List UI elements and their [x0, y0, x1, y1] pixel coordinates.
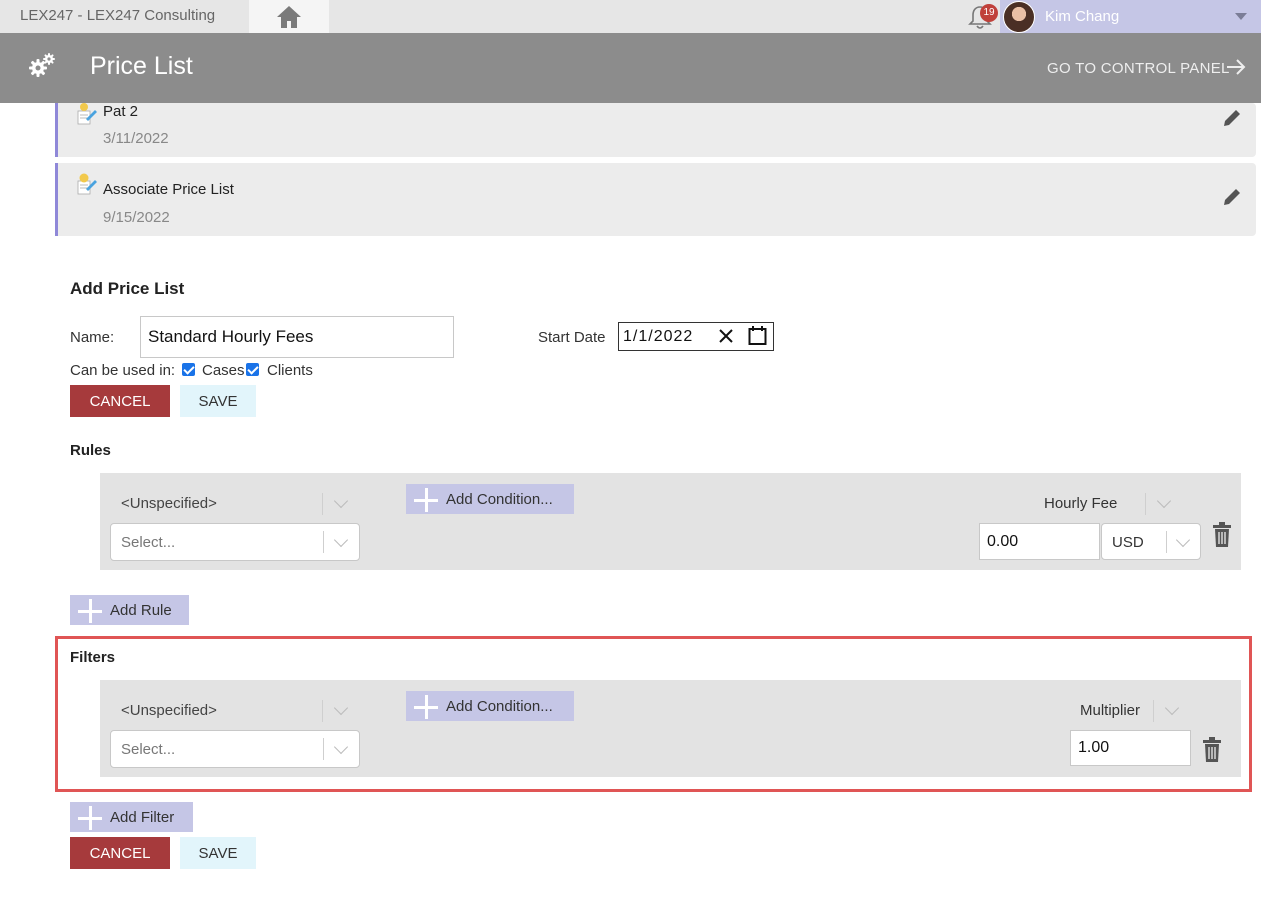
page-header: Price List GO TO CONTROL PANEL — [0, 33, 1261, 103]
user-menu[interactable]: Kim Chang — [1000, 0, 1261, 33]
currency-value: USD — [1112, 534, 1144, 551]
top-bar: LEX247 - LEX247 Consulting 19 Kim Chang — [0, 0, 1261, 33]
plus-icon — [78, 806, 102, 830]
chevron-down-icon[interactable] — [1156, 493, 1172, 509]
user-name: Kim Chang — [1045, 8, 1120, 25]
home-icon — [277, 5, 301, 28]
value-type-label: Multiplier — [1080, 702, 1141, 719]
select-placeholder: Select... — [121, 741, 176, 758]
page-title: Price List — [90, 52, 193, 80]
price-list-name: Pat 2 — [103, 103, 139, 120]
name-label: Name: — [70, 329, 115, 346]
caret-down-icon — [1235, 13, 1247, 20]
rule-condition-select[interactable]: Select... — [110, 523, 360, 561]
price-list-item[interactable]: Associate Price List 9/15/2022 — [55, 163, 1256, 236]
company-brand: LEX247 - LEX247 Consulting — [20, 7, 216, 24]
chevron-down-icon[interactable] — [333, 700, 349, 716]
avatar — [1003, 1, 1035, 33]
home-button[interactable] — [249, 0, 329, 33]
select-placeholder: Select... — [121, 534, 176, 551]
arrow-right-icon[interactable] — [1225, 56, 1247, 78]
plus-icon — [78, 599, 102, 623]
cancel-button[interactable]: CANCEL — [70, 837, 170, 869]
clients-label: Clients — [267, 362, 313, 379]
plus-icon — [414, 488, 438, 512]
fee-value-input[interactable]: 0.00 — [979, 523, 1100, 560]
cases-checkbox[interactable] — [182, 363, 195, 376]
chevron-down-icon[interactable] — [333, 493, 349, 509]
cases-label: Cases — [202, 362, 245, 379]
price-list-name: Associate Price List — [103, 181, 234, 198]
add-filter-button[interactable]: Add Filter — [70, 802, 193, 832]
name-input[interactable]: Standard Hourly Fees — [140, 316, 454, 358]
calendar-icon[interactable] — [748, 326, 767, 346]
gears-icon — [29, 53, 55, 77]
save-button[interactable]: SAVE — [180, 385, 256, 417]
clear-date-icon[interactable] — [718, 328, 734, 344]
chevron-down-icon — [333, 532, 349, 548]
price-list-date: 9/15/2022 — [103, 209, 170, 226]
clients-checkbox[interactable] — [246, 363, 259, 376]
price-list-item[interactable]: Pat 2 3/11/2022 — [55, 103, 1256, 157]
start-date-value: 1/1/2022 — [623, 327, 694, 345]
cancel-button[interactable]: CANCEL — [70, 385, 170, 417]
multiplier-input[interactable]: 1.00 — [1070, 730, 1191, 766]
plus-icon — [414, 695, 438, 719]
chevron-down-icon — [1175, 532, 1191, 548]
trash-icon[interactable] — [1201, 737, 1223, 763]
rule-field-label: <Unspecified> — [121, 495, 217, 512]
add-condition-button[interactable]: Add Condition... — [406, 484, 574, 514]
filters-heading: Filters — [70, 649, 116, 666]
add-condition-button[interactable]: Add Condition... — [406, 691, 574, 721]
filter-condition-select[interactable]: Select... — [110, 730, 360, 768]
price-list-icon — [77, 103, 97, 125]
notification-badge: 19 — [980, 4, 998, 22]
form-heading: Add Price List — [70, 279, 185, 298]
chevron-down-icon — [333, 739, 349, 755]
rule-row: <Unspecified> Select... Add Condition...… — [100, 473, 1241, 570]
start-date-label: Start Date — [538, 329, 606, 346]
usage-label: Can be used in: — [70, 362, 176, 379]
currency-select[interactable]: USD — [1101, 523, 1201, 560]
control-panel-link[interactable]: GO TO CONTROL PANEL — [1047, 60, 1230, 77]
add-filter-label: Add Filter — [110, 808, 175, 826]
add-condition-label: Add Condition... — [446, 490, 553, 508]
add-condition-label: Add Condition... — [446, 697, 553, 715]
add-rule-button[interactable]: Add Rule — [70, 595, 189, 625]
trash-icon[interactable] — [1211, 522, 1233, 548]
fee-type-label: Hourly Fee — [1044, 495, 1118, 512]
price-list-date: 3/11/2022 — [103, 130, 169, 147]
edit-pencil-icon[interactable] — [1221, 186, 1243, 208]
save-button[interactable]: SAVE — [180, 837, 256, 869]
rules-heading: Rules — [70, 442, 111, 459]
chevron-down-icon[interactable] — [1164, 700, 1180, 716]
price-list-icon — [77, 173, 97, 195]
filter-field-label: <Unspecified> — [121, 702, 217, 719]
add-rule-label: Add Rule — [110, 601, 172, 619]
filter-row: <Unspecified> Select... Add Condition...… — [100, 680, 1241, 777]
edit-pencil-icon[interactable] — [1221, 107, 1243, 129]
